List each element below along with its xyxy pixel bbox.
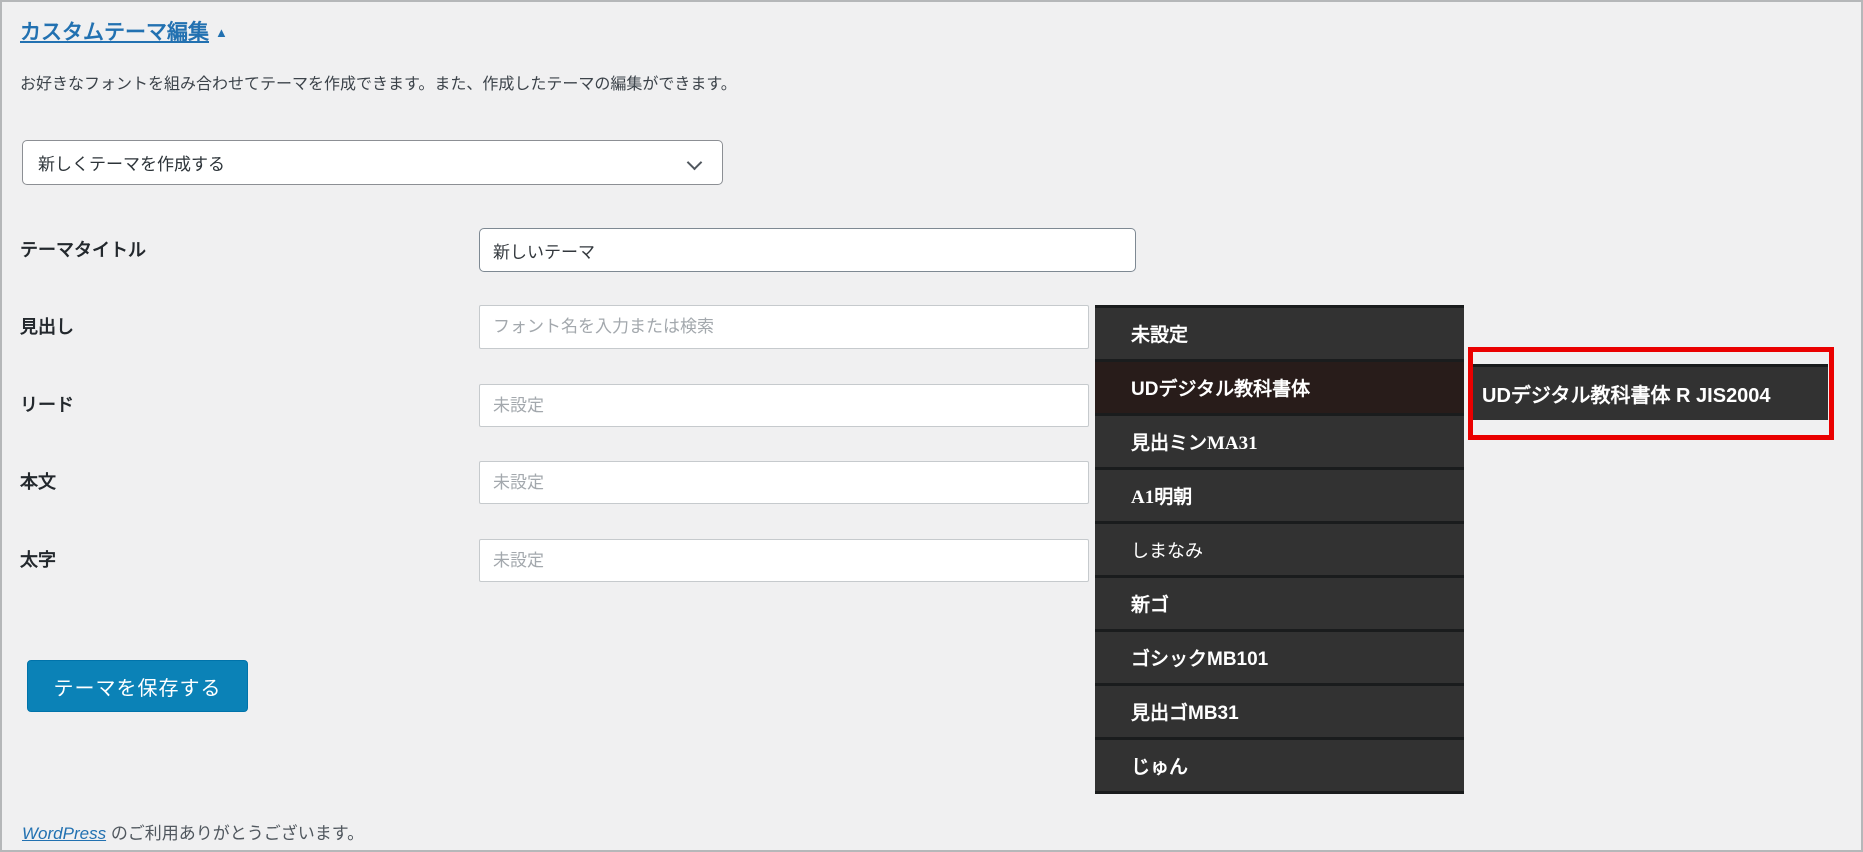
font-menu-item-ud-digital-kyokasho[interactable]: UDデジタル教科書体 <box>1095 362 1464 416</box>
section-title-text: カスタムテーマ編集 <box>20 21 209 44</box>
lead-font-input[interactable] <box>479 384 1089 427</box>
collapse-arrow-icon: ▲ <box>215 25 228 40</box>
custom-theme-editor-panel: カスタムテーマ編集 ▲ お好きなフォントを組み合わせてテーマを作成できます。また、… <box>0 0 1863 852</box>
body-font-input[interactable] <box>479 461 1089 504</box>
field-label-heading: 見出し <box>20 305 380 349</box>
field-label-theme-title: テーマタイトル <box>20 228 380 272</box>
section-description: お好きなフォントを組み合わせてテーマを作成できます。また、作成したテーマの編集が… <box>20 70 737 94</box>
field-label-body: 本文 <box>20 460 380 504</box>
font-menu-item-shin-go[interactable]: 新ゴ <box>1095 578 1464 632</box>
footer-note: WordPress のご利用ありがとうございます。 <box>22 819 364 844</box>
font-menu-item-shimanami[interactable]: しまなみ <box>1095 524 1464 578</box>
save-theme-button[interactable]: テーマを保存する <box>27 660 248 712</box>
font-menu-item-a1-mincho[interactable]: A1明朝 <box>1095 470 1464 524</box>
bold-font-input[interactable] <box>479 539 1089 582</box>
heading-font-input[interactable] <box>479 305 1089 349</box>
font-menu-item-jun[interactable]: じゅん <box>1095 740 1464 794</box>
section-title-link[interactable]: カスタムテーマ編集 ▲ <box>20 16 228 46</box>
font-menu-item-gothic-mb101[interactable]: ゴシックMB101 <box>1095 632 1464 686</box>
wordpress-link[interactable]: WordPress <box>22 824 106 843</box>
font-menu-item-midashi-min-ma31[interactable]: 見出ミンMA31 <box>1095 416 1464 470</box>
footer-text: のご利用ありがとうございます。 <box>111 824 364 843</box>
field-label-bold: 太字 <box>20 538 380 582</box>
field-label-lead: リード <box>20 383 380 427</box>
theme-title-input[interactable] <box>479 228 1136 272</box>
font-menu-item-midashi-go-mb31[interactable]: 見出ゴMB31 <box>1095 686 1464 740</box>
font-menu-item-unset[interactable]: 未設定 <box>1095 308 1464 362</box>
theme-select-dropdown[interactable]: 新しくテーマを作成する <box>22 140 723 185</box>
font-submenu-item-ud-digital-r-jis2004[interactable]: UDデジタル教科書体 R JIS2004 <box>1471 364 1828 420</box>
theme-select-value: 新しくテーマを作成する <box>38 150 225 175</box>
chevron-down-icon <box>687 155 703 171</box>
font-dropdown-menu: 未設定 UDデジタル教科書体 見出ミンMA31 A1明朝 しまなみ 新ゴ ゴシッ… <box>1095 305 1464 794</box>
